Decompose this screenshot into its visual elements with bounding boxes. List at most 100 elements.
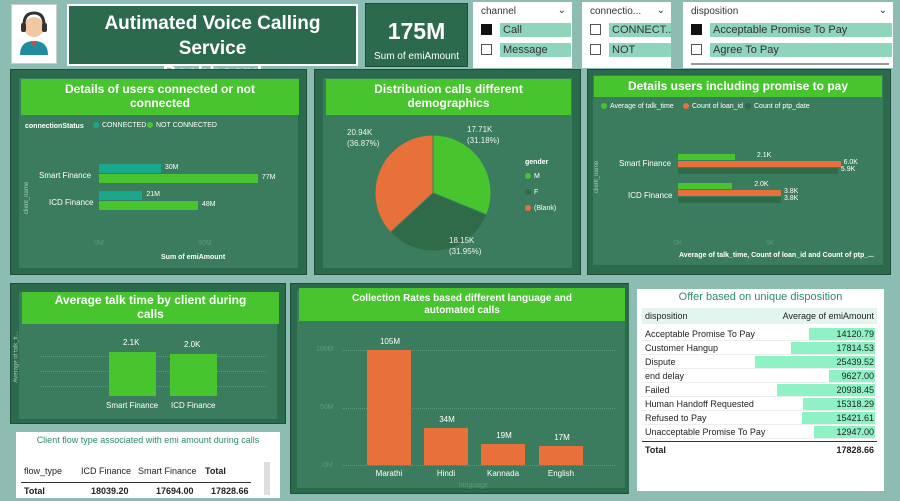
- flow-table-title: Client flow type associated with emi amo…: [36, 435, 260, 445]
- bar-label: 3.8K: [783, 195, 799, 202]
- pie-label-blank-value: 20.94K: [347, 128, 373, 137]
- language-chart-panel: Collection Rates based different languag…: [290, 283, 630, 494]
- row-value: 15421.61: [836, 413, 874, 423]
- flow-total-smart: 17694.00: [156, 486, 194, 496]
- disposition-option-acceptable[interactable]: Acceptable Promise To Pay: [691, 22, 892, 37]
- category-icd-finance: ICD Finance: [628, 191, 673, 200]
- table-row[interactable]: Dispute 25439.52: [642, 355, 877, 369]
- y-axis-label: client_name: [594, 160, 601, 194]
- table-row[interactable]: Refused to Pay 15421.61: [642, 411, 877, 425]
- channel-option-message[interactable]: Message: [481, 42, 571, 57]
- y-tick: 50M: [320, 404, 334, 411]
- kpi-value: 175M: [387, 18, 446, 44]
- category-smart-finance: Smart Finance: [619, 159, 672, 168]
- grid-line: [343, 465, 615, 466]
- y-axis-label: Average of talk_ti...: [13, 331, 20, 383]
- category-label: Marathi: [375, 469, 403, 478]
- table-row[interactable]: Human Handoff Requested 15318.29: [642, 397, 877, 411]
- category-smart-finance: Smart Finance: [106, 401, 159, 410]
- flow-total-label: Total: [24, 486, 45, 496]
- checkbox-checked[interactable]: [481, 24, 492, 35]
- checkbox[interactable]: [691, 44, 702, 55]
- col-header-total[interactable]: Total: [205, 466, 226, 476]
- disposition-slicer[interactable]: disposition ⌄ Acceptable Promise To Pay …: [683, 2, 893, 68]
- legend-loan-id: Count of loan_id: [683, 103, 743, 110]
- bar-label: 2.0K: [184, 340, 201, 350]
- x-tick: 5K: [766, 240, 775, 247]
- pie-label-blank: 20.94K (36.87%): [347, 127, 379, 149]
- pie-chart-title: Distribution calls different demographic…: [326, 79, 571, 115]
- checkbox[interactable]: [481, 44, 492, 55]
- chevron-down-icon[interactable]: ⌄: [657, 5, 665, 16]
- chevron-down-icon[interactable]: ⌄: [879, 5, 887, 16]
- bar: [99, 174, 258, 183]
- category-label: Kannada: [486, 469, 520, 478]
- checkbox-checked[interactable]: [691, 24, 702, 35]
- x-tick: 50M: [198, 240, 212, 247]
- connection-slicer[interactable]: connectio... ⌄ CONNECT... NOT CON...: [582, 2, 671, 68]
- channel-slicer[interactable]: channel ⌄ Call Message: [473, 2, 572, 68]
- row-name: Customer Hangup: [645, 343, 719, 353]
- legend-dot: [93, 122, 99, 129]
- ptp-chart-title: Details users including promise to pay: [594, 76, 882, 97]
- kpi-card[interactable]: 175M Sum of emiAmount: [365, 3, 468, 67]
- col-header-smart[interactable]: Smart Finance: [138, 466, 197, 476]
- table-row[interactable]: Acceptable Promise To Pay 14120.79: [642, 327, 877, 341]
- option-label: CONNECT...: [609, 22, 671, 37]
- checkbox[interactable]: [590, 24, 601, 35]
- category-label: English: [547, 469, 575, 478]
- legend-dot: [601, 103, 607, 110]
- col-header-flow-type[interactable]: flow_type: [24, 466, 62, 476]
- table-row[interactable]: Unacceptable Promise To Pay 12947.00: [642, 425, 877, 439]
- connection-option-connected[interactable]: CONNECT...: [590, 22, 671, 37]
- disposition-option-agree[interactable]: Agree To Pay: [691, 42, 892, 57]
- category-smart-finance: Smart Finance: [39, 171, 92, 180]
- headset-agent-icon: [20, 11, 48, 55]
- bar-label: 6.0K: [843, 159, 858, 166]
- offer-table-card: Offer based on unique disposition dispos…: [637, 289, 884, 491]
- ptp-chart-panel: Details users including promise to pay A…: [587, 69, 891, 275]
- slicer-scrollbar[interactable]: [691, 63, 889, 65]
- option-label: NOT CON...: [609, 42, 671, 57]
- y-tick: 100M: [316, 346, 334, 353]
- pie-label-f: 18.15K (31.95%): [449, 235, 481, 257]
- connected-chart-title: Details of users connected or not connec…: [21, 79, 299, 115]
- bar-label: 34M: [439, 414, 455, 424]
- bar: [678, 168, 838, 174]
- connection-option-not-connected[interactable]: NOT CON...: [590, 42, 671, 57]
- chevron-down-icon[interactable]: ⌄: [558, 5, 566, 16]
- legend-dot: [147, 122, 153, 129]
- legend-dot: [745, 103, 751, 110]
- bar: [424, 427, 468, 465]
- x-axis-label: Average of talk_time, Count of loan_id a…: [679, 252, 874, 259]
- dashboard-title: Autimated Voice Calling Service Dashboar…: [67, 4, 358, 84]
- total-value: 17828.66: [836, 445, 874, 455]
- table-row[interactable]: end delay 9627.00: [642, 369, 877, 383]
- table-row[interactable]: Failed 20938.45: [642, 383, 877, 397]
- flow-total-row: Total 18039.20 17694.00 17828.66: [21, 482, 251, 497]
- row-value: 25439.52: [836, 357, 874, 367]
- table-row[interactable]: Customer Hangup 17814.53: [642, 341, 877, 355]
- bar-label: 21M: [146, 191, 160, 198]
- row-name: Dispute: [645, 357, 676, 367]
- legend-f: F: [525, 189, 538, 196]
- legend-not-connected: NOT CONNECTED: [147, 122, 217, 129]
- flow-table-scrollbar[interactable]: [264, 462, 270, 495]
- bar: [170, 354, 217, 396]
- col-header-average[interactable]: Average of emiAmount: [783, 311, 874, 321]
- flow-total-icd: 18039.20: [91, 486, 129, 496]
- col-header-icd[interactable]: ICD Finance: [81, 466, 131, 476]
- bar-label: 3.8K: [783, 188, 799, 195]
- bar: [678, 183, 733, 189]
- checkbox[interactable]: [590, 44, 601, 55]
- legend-label: Count of ptp_date: [754, 103, 810, 110]
- channel-option-call[interactable]: Call: [481, 22, 571, 37]
- legend-label: (Blank): [534, 205, 557, 212]
- bar-label: 17M: [554, 433, 570, 443]
- col-header-disposition[interactable]: disposition: [645, 311, 688, 321]
- legend-label: Count of loan_id: [692, 103, 743, 110]
- x-tick: 0M: [94, 240, 104, 247]
- offer-table-title: Offer based on unique disposition: [678, 291, 843, 303]
- bar-label: 2.0K: [754, 181, 769, 188]
- connected-chart-panel: Details of users connected or not connec…: [10, 69, 307, 275]
